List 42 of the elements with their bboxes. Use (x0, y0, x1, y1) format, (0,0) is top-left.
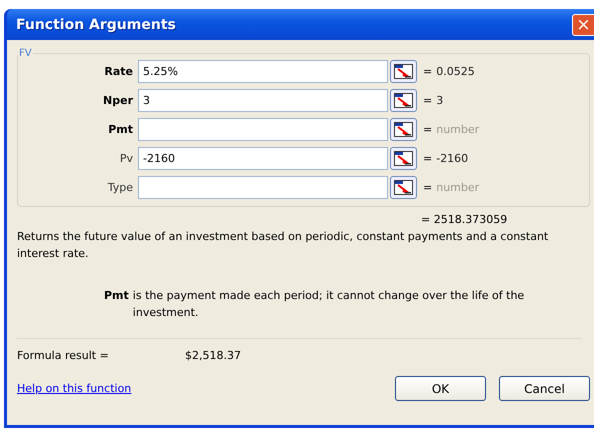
argument-label: Rate (103, 65, 134, 78)
range-select-icon (394, 122, 413, 137)
argument-description: is the payment made each period; it cannot change over the life of the investment. (132, 288, 526, 321)
equals-sign: = (423, 65, 432, 78)
argument-label: Nper (102, 94, 134, 107)
equals-sign: = (423, 94, 432, 107)
collapse-dialog-button[interactable] (390, 118, 417, 141)
argument-field[interactable]: 3 (138, 89, 388, 112)
argument-label: Pv (118, 152, 134, 165)
collapse-dialog-button[interactable] (390, 147, 417, 170)
argument-field[interactable] (138, 118, 388, 141)
collapse-dialog-button[interactable] (390, 176, 417, 199)
function-result: = 2518.373059 (421, 213, 508, 226)
collapse-dialog-button[interactable] (390, 89, 417, 112)
argument-name: Pmt (104, 288, 130, 304)
range-select-icon (394, 64, 413, 79)
function-description: Returns the future value of an investment based on periodic, constant payments and a constant interest rate. (17, 229, 550, 262)
argument-label: Type (106, 181, 134, 194)
collapse-dialog-button[interactable] (390, 60, 417, 83)
help-link[interactable]: Help on this function (17, 382, 382, 395)
argument-field[interactable]: 5.25% (138, 60, 388, 83)
close-button[interactable]: × (572, 14, 594, 36)
group-title: FV (18, 48, 33, 59)
window-title: Function Arguments (15, 16, 176, 32)
argument-result: -2160 (436, 152, 468, 165)
equals-sign: = (423, 152, 432, 165)
argument-result: number (436, 181, 480, 194)
range-select-icon (394, 151, 413, 166)
argument-result: 3 (436, 94, 444, 107)
formula-result-value: $2,518.37 (185, 349, 241, 362)
argument-field[interactable]: -2160 (138, 147, 388, 170)
equals-sign: = (423, 123, 432, 136)
formula-result-label: Formula result = (17, 349, 110, 362)
cancel-button[interactable]: Cancel (499, 376, 590, 401)
ok-button[interactable]: OK (395, 376, 486, 401)
argument-result: number (436, 123, 480, 136)
argument-label: Pmt (107, 123, 134, 136)
argument-result: 0.0525 (436, 65, 475, 78)
range-select-icon (394, 180, 413, 195)
range-select-icon (394, 93, 413, 108)
equals-sign: = (423, 181, 432, 194)
argument-field[interactable] (138, 176, 388, 199)
